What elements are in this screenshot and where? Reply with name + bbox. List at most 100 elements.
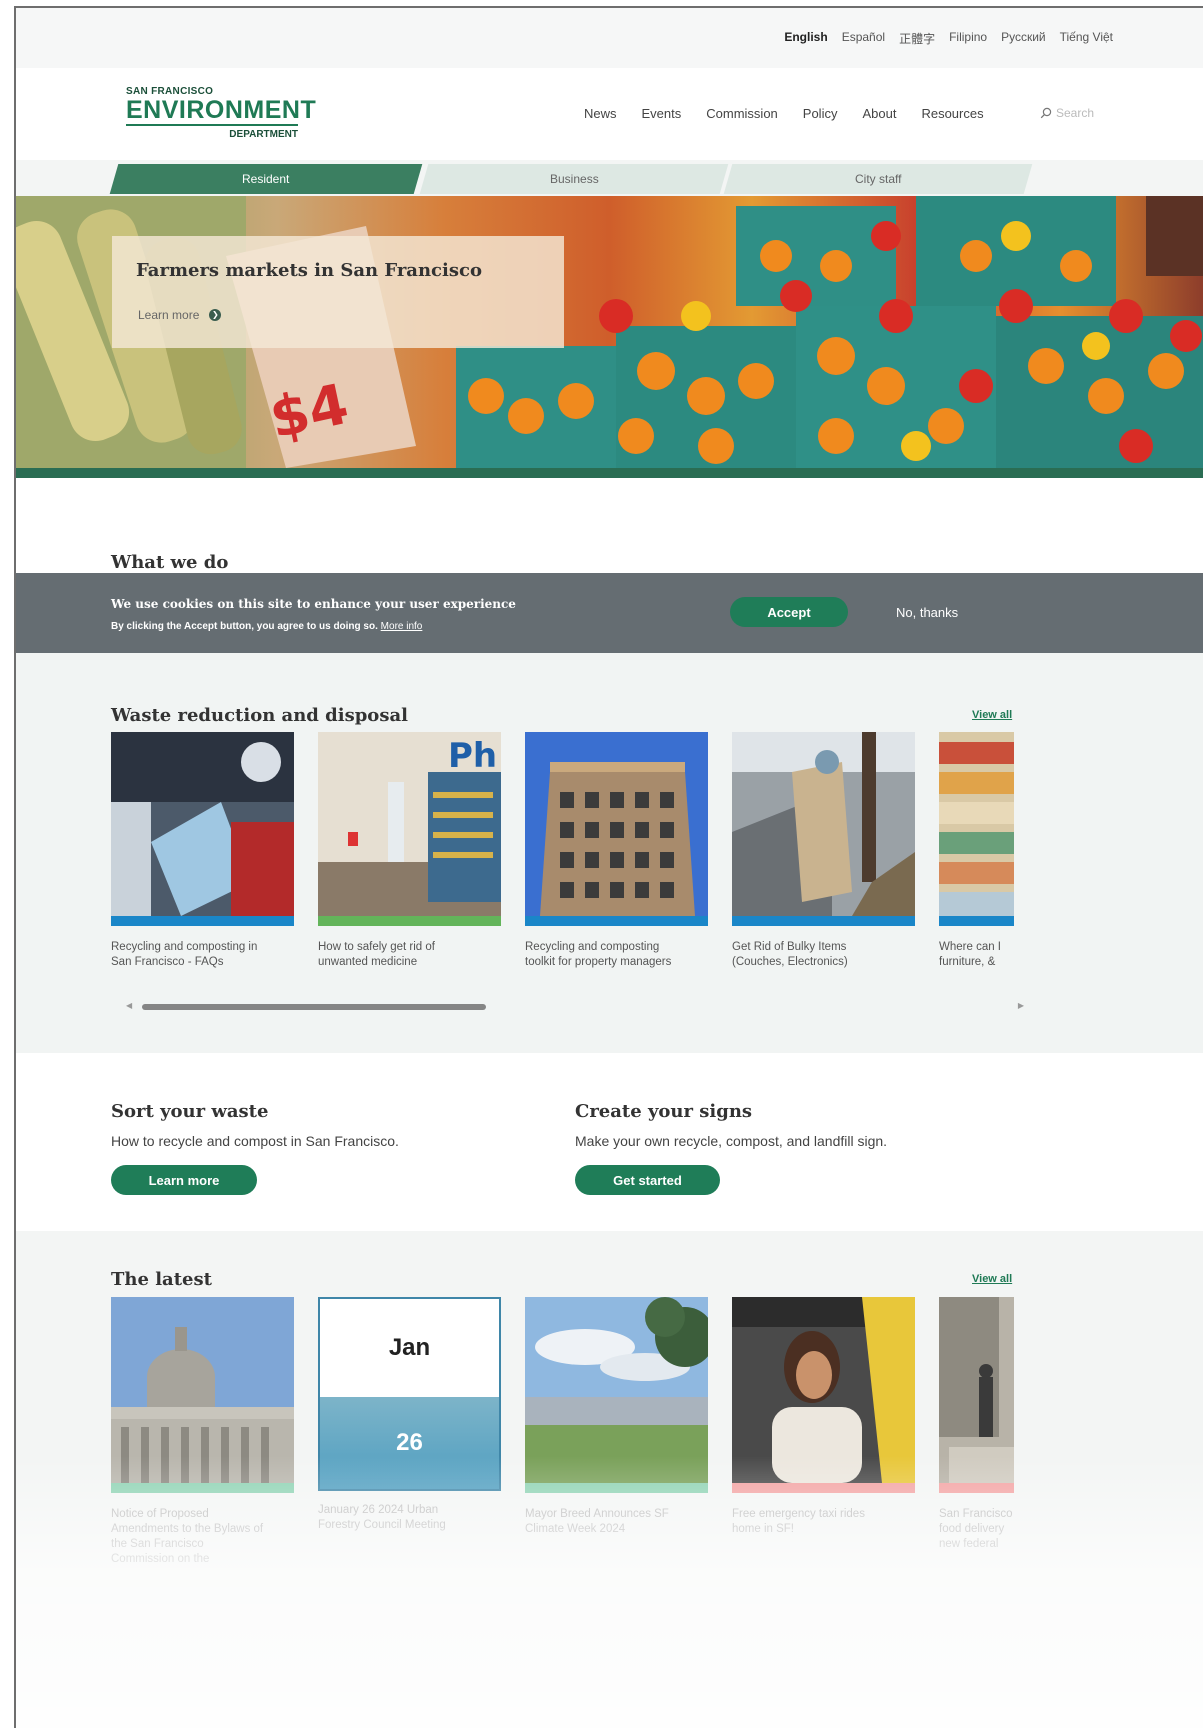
- waste-card-caption: How to safely get rid of unwanted medicin…: [318, 940, 501, 970]
- waste-card-property-toolkit[interactable]: Recycling and composting toolkit for prop…: [525, 732, 708, 970]
- carousel-edge-fade: [1113, 732, 1203, 982]
- tab-resident-label: Resident: [242, 172, 290, 186]
- carousel-edge-fade: [1113, 1297, 1203, 1557]
- nav-commission[interactable]: Commission: [706, 106, 778, 121]
- main-nav: News Events Commission Policy About Reso…: [584, 106, 984, 121]
- nav-about[interactable]: About: [862, 106, 896, 121]
- latest-card-taxi-rides[interactable]: Free emergency taxi rides home in SF!: [732, 1297, 915, 1537]
- nav-events[interactable]: Events: [642, 106, 682, 121]
- create-signs-title: Create your signs: [575, 1101, 753, 1122]
- get-started-button[interactable]: Get started: [575, 1165, 720, 1195]
- caption-line: Mayor Breed Announces SF: [525, 1508, 669, 1520]
- site-logo[interactable]: SAN FRANCISCO ENVIRONMENT DEPARTMENT: [126, 86, 317, 140]
- cookie-accept-button[interactable]: Accept: [730, 597, 848, 627]
- latest-card-band: [111, 1483, 294, 1493]
- tab-business[interactable]: Business: [419, 164, 729, 194]
- lang-filipino[interactable]: Filipino: [949, 30, 987, 47]
- event-month: Jan: [320, 1299, 499, 1397]
- search-icon: [1040, 107, 1052, 119]
- hero-learn-more-label: Learn more: [138, 308, 200, 322]
- waste-card-caption: Recycling and composting in San Francisco…: [111, 940, 294, 970]
- caption-line: (Couches, Electronics): [732, 956, 848, 968]
- hero-learn-more-link[interactable]: Learn more ❯: [138, 308, 222, 322]
- caption-line: San Francisco: [939, 1508, 1013, 1520]
- waste-card-band: [318, 916, 501, 926]
- caption-line: Notice of Proposed: [111, 1508, 209, 1520]
- waste-card-band: [939, 916, 1014, 926]
- lang-vietnamese[interactable]: Tiếng Việt: [1060, 30, 1113, 47]
- search-placeholder: Search: [1056, 106, 1095, 120]
- cookie-more-info-link[interactable]: More info: [381, 621, 423, 632]
- latest-card-caption: Notice of Proposed Amendments to the Byla…: [111, 1507, 294, 1567]
- caption-line: Get Rid of Bulky Items: [732, 941, 847, 953]
- latest-card-food-delivery[interactable]: San Francisco food delivery new federal: [939, 1297, 1014, 1552]
- nav-policy[interactable]: Policy: [803, 106, 838, 121]
- scroll-left-icon[interactable]: ◀: [126, 1001, 132, 1010]
- caption-line: Recycling and composting: [525, 941, 660, 953]
- waste-card-band: [525, 916, 708, 926]
- nav-news[interactable]: News: [584, 106, 617, 121]
- logo-line-3: DEPARTMENT: [229, 129, 298, 140]
- latest-card-bylaws[interactable]: Notice of Proposed Amendments to the Byla…: [111, 1297, 294, 1567]
- latest-card-image: [939, 1297, 1014, 1483]
- caption-line: Forestry Council Meeting: [318, 1519, 446, 1531]
- caption-line: Recycling and composting in: [111, 941, 258, 953]
- latest-card-image: [111, 1297, 294, 1483]
- waste-view-all-link[interactable]: View all: [972, 709, 1012, 721]
- hero-bottom-bar: [16, 468, 1203, 478]
- waste-card-band: [111, 916, 294, 926]
- browser-viewport: English Español 正體字 Filipino Русский Tiế…: [14, 6, 1203, 1728]
- latest-card-climate-week[interactable]: Mayor Breed Announces SF Climate Week 202…: [525, 1297, 708, 1537]
- waste-carousel-scrollbar[interactable]: ◀ ▶: [126, 1001, 1024, 1010]
- waste-card-furniture[interactable]: Where can I furniture, &: [939, 732, 1014, 970]
- scroll-right-icon[interactable]: ▶: [1018, 1001, 1024, 1010]
- waste-card-bulky-items[interactable]: Get Rid of Bulky Items (Couches, Electron…: [732, 732, 915, 970]
- language-list: English Español 正體字 Filipino Русский Tiế…: [784, 30, 1113, 47]
- tab-city-staff[interactable]: City staff: [723, 164, 1033, 194]
- caption-line: January 26 2024 Urban: [318, 1504, 439, 1516]
- sort-waste-title: Sort your waste: [111, 1101, 269, 1122]
- lang-chinese[interactable]: 正體字: [899, 30, 935, 47]
- caption-line: Free emergency taxi rides: [732, 1508, 865, 1520]
- caption-line: new federal: [939, 1538, 999, 1550]
- logo-line-2: ENVIRONMENT: [126, 96, 317, 126]
- arrow-right-icon: ❯: [209, 309, 222, 321]
- cookie-text: By clicking the Accept button, you agree…: [111, 621, 422, 632]
- what-we-do-heading: What we do: [111, 552, 229, 573]
- latest-card-forestry-meeting[interactable]: Jan 26 January 26 2024 Urban Forestry Cou…: [318, 1297, 501, 1533]
- cookie-decline-button[interactable]: No, thanks: [896, 605, 958, 620]
- latest-card-caption: Free emergency taxi rides home in SF!: [732, 1507, 915, 1537]
- hero-title: Farmers markets in San Francisco: [136, 260, 482, 281]
- create-signs-text: Make your own recycle, compost, and land…: [575, 1133, 888, 1149]
- search-box[interactable]: Search: [1040, 106, 1094, 120]
- svg-text:Ph: Ph: [448, 736, 497, 776]
- promo-section: Sort your waste How to recycle and compo…: [16, 1053, 1203, 1231]
- sort-learn-more-button[interactable]: Learn more: [111, 1165, 257, 1195]
- caption-line: the San Francisco: [111, 1538, 204, 1550]
- tab-resident[interactable]: Resident: [109, 164, 423, 194]
- lang-spanish[interactable]: Español: [842, 30, 885, 47]
- latest-card-image: [732, 1297, 915, 1483]
- nav-resources[interactable]: Resources: [921, 106, 983, 121]
- lang-english[interactable]: English: [784, 30, 827, 47]
- waste-section: Waste reduction and disposal View all Re…: [16, 653, 1203, 1053]
- caption-line: Commission on the: [111, 1553, 210, 1565]
- caption-line: San Francisco - FAQs: [111, 956, 224, 968]
- waste-card-image: [732, 732, 915, 916]
- sort-waste-text: How to recycle and compost in San Franci…: [111, 1133, 399, 1149]
- lang-russian[interactable]: Русский: [1001, 30, 1046, 47]
- caption-line: Climate Week 2024: [525, 1523, 626, 1535]
- waste-card-recycling-faqs[interactable]: Recycling and composting in San Francisco…: [111, 732, 294, 970]
- latest-view-all-link[interactable]: View all: [972, 1273, 1012, 1285]
- scrollbar-thumb[interactable]: [142, 1004, 486, 1010]
- waste-card-image: [525, 732, 708, 916]
- waste-card-medicine[interactable]: Ph How to safely get rid of unwanted medi…: [318, 732, 501, 970]
- waste-card-image: [939, 732, 1014, 916]
- latest-card-caption: January 26 2024 Urban Forestry Council Me…: [318, 1503, 501, 1533]
- waste-card-image: Ph: [318, 732, 501, 916]
- latest-card-band: [732, 1483, 915, 1493]
- waste-card-caption: Get Rid of Bulky Items (Couches, Electron…: [732, 940, 915, 970]
- caption-line: food delivery: [939, 1523, 1005, 1535]
- tab-business-label: Business: [549, 172, 599, 186]
- caption-line: unwanted medicine: [318, 956, 418, 968]
